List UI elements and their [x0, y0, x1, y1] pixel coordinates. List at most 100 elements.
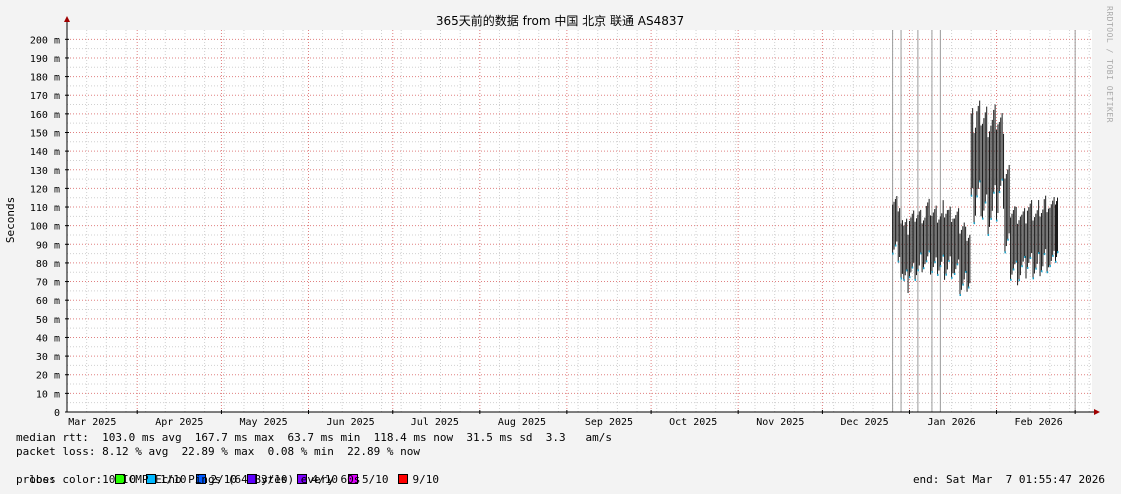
rtt-median-point	[996, 219, 998, 222]
x-tick-label: Nov 2025	[756, 417, 804, 428]
y-tick-label: 90 m	[36, 240, 60, 251]
rtt-median-point	[923, 267, 925, 270]
rtt-median-point	[908, 276, 911, 279]
rtt-median-point	[931, 270, 933, 273]
rtt-median-point	[984, 201, 987, 204]
x-tick-label: Oct 2025	[669, 417, 717, 428]
y-tick-label: 50 m	[36, 315, 60, 326]
latency-chart: 365天前的数据 from 中国 北京 联通 AS4837 Seconds 0 1…	[4, 13, 1100, 428]
rtt-median-point	[920, 252, 922, 255]
probe-info: probe: 10 ICMP Echo Pings (64 Bytes) eve…	[16, 473, 361, 486]
plot-area	[67, 30, 1092, 412]
loss-color-item: 9/10	[398, 473, 439, 486]
rtt-median-point	[914, 278, 917, 281]
rtt-median-point	[937, 273, 939, 276]
rtt-median-point	[892, 252, 894, 255]
y-tick-label: 10 m	[36, 389, 60, 400]
rtt-median-point	[906, 269, 908, 272]
y-tick-label: 100 m	[30, 222, 60, 233]
rtt-median-point	[1029, 257, 1032, 260]
median-rtt-stats: median rtt: 103.0 ms avg 167.7 ms max 63…	[16, 431, 613, 444]
loss-color-swatch	[398, 474, 409, 484]
y-tick-label: 130 m	[30, 166, 60, 177]
rtt-median-point	[928, 250, 931, 253]
y-tick-label: 160 m	[30, 110, 60, 121]
x-tick-label: Feb 2026	[1015, 417, 1063, 428]
rtt-median-point	[1026, 266, 1029, 269]
rtt-median-point	[981, 217, 984, 220]
rtt-median-point	[897, 260, 900, 263]
rtt-median-point	[900, 277, 903, 280]
x-tick-label: Dec 2025	[840, 417, 888, 428]
y-axis-label: Seconds	[4, 197, 17, 243]
rtt-median-point	[990, 217, 992, 220]
rtt-median-point	[942, 254, 945, 257]
loss-color-value: 9/10	[412, 473, 439, 486]
rtt-median-point	[1032, 277, 1035, 280]
y-tick-label: 190 m	[30, 54, 60, 65]
rtt-median-point	[1052, 254, 1054, 257]
rtt-median-point	[925, 260, 928, 263]
rtt-median-point	[1015, 260, 1018, 263]
y-tick-label: 0	[54, 408, 60, 419]
rtt-median-point	[998, 191, 1001, 194]
packet-loss-stats: packet loss: 8.12 % avg 22.89 % max 0.08…	[16, 445, 420, 458]
rtt-median-point	[951, 276, 953, 279]
rtt-median-point	[1054, 260, 1057, 263]
rtt-median-point	[934, 261, 936, 264]
y-tick-label: 30 m	[36, 352, 60, 363]
y-tick-label: 180 m	[30, 73, 60, 84]
y-tick-label: 200 m	[30, 35, 60, 46]
rtt-median-point	[1021, 265, 1023, 268]
y-tick-label: 60 m	[36, 296, 60, 307]
y-tick-label: 110 m	[30, 203, 60, 214]
x-tick-label: Apr 2025	[155, 417, 203, 428]
rtt-median-point	[1004, 251, 1006, 254]
rtt-median-point	[1040, 270, 1043, 273]
rrdtool-watermark: RRDTOOL / TOBI OETIKER	[1105, 6, 1114, 123]
y-tick-label: 40 m	[36, 333, 60, 344]
rtt-median-point	[993, 191, 995, 194]
rtt-median-point	[948, 259, 950, 262]
x-axis-arrow	[1094, 409, 1100, 415]
y-tick-label: 80 m	[36, 259, 60, 270]
y-tick-label: 140 m	[30, 147, 60, 158]
y-tick-label: 120 m	[30, 184, 60, 195]
rtt-median-point	[959, 294, 962, 297]
rtt-median-point	[917, 269, 919, 272]
rtt-median-point	[962, 283, 964, 286]
rtt-median-point	[939, 265, 942, 268]
x-tick-label: Jul 2025	[411, 417, 459, 428]
x-tick-label: Jan 2026	[928, 417, 976, 428]
rtt-median-point	[1024, 256, 1026, 259]
rtt-median-point	[953, 273, 956, 276]
x-tick-label: Jun 2025	[327, 417, 375, 428]
rtt-median-point	[1035, 267, 1037, 270]
rtt-median-point	[1056, 251, 1059, 254]
rtt-median-point	[1010, 278, 1012, 281]
x-tick-label: May 2025	[239, 417, 287, 428]
rtt-median-point	[965, 270, 967, 273]
rtt-median-point	[1043, 253, 1046, 256]
y-tick-label: 150 m	[30, 128, 60, 139]
rtt-median-point	[945, 273, 947, 276]
rtt-median-point	[1001, 178, 1004, 181]
rtt-median-point	[911, 266, 914, 269]
x-tick-label: Mar 2025	[68, 417, 116, 428]
rtt-median-point	[903, 279, 905, 282]
y-tick-label: 70 m	[36, 278, 60, 289]
rtt-median-point	[979, 180, 981, 183]
rtt-median-point	[1046, 271, 1049, 274]
rtt-median-point	[894, 244, 897, 247]
rtt-median-point	[1038, 252, 1040, 255]
y-axis-arrow	[64, 16, 70, 22]
end-timestamp: end: Sat Mar 7 01:55:47 2026	[912, 473, 1105, 486]
rtt-median-point	[987, 233, 990, 236]
x-tick-label: Sep 2025	[585, 417, 633, 428]
chart-title: 365天前的数据 from 中国 北京 联通 AS4837	[436, 13, 684, 28]
rtt-median-point	[956, 263, 959, 266]
rtt-median-point	[976, 195, 978, 198]
rtt-median-point	[970, 194, 973, 197]
rtt-median-point	[973, 222, 976, 225]
rtt-median-point	[1049, 265, 1051, 268]
